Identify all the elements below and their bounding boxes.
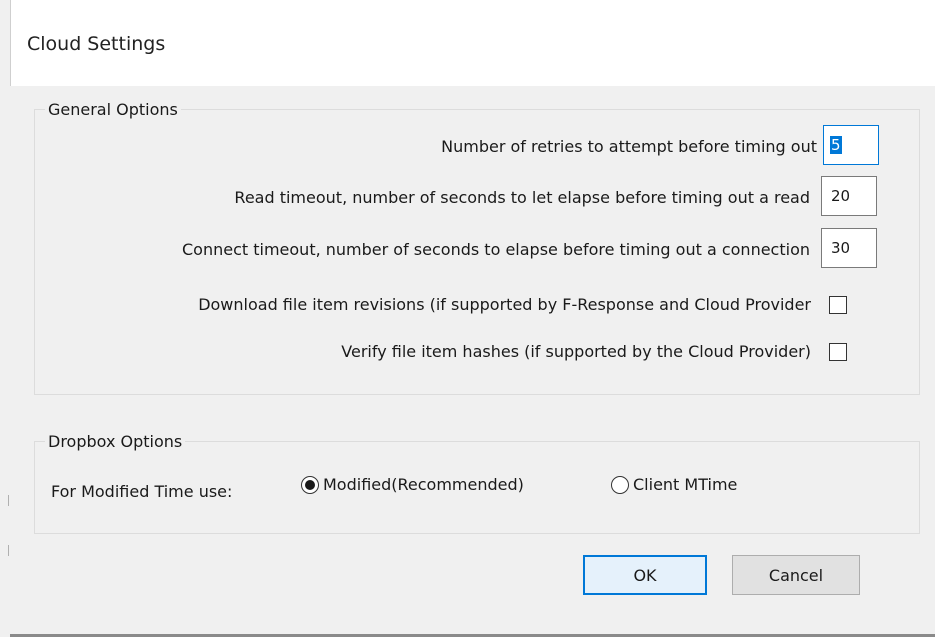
connect-timeout-label: Connect timeout, number of seconds to el… — [182, 240, 810, 259]
ok-button-label: OK — [633, 565, 657, 585]
client-mtime-label[interactable]: Client MTime — [633, 475, 737, 495]
retries-value: 5 — [830, 136, 842, 154]
connect-timeout-input[interactable] — [821, 228, 877, 268]
modified-time-label: For Modified Time use: — [51, 482, 233, 501]
modified-recommended-label[interactable]: Modified(Recommended) — [323, 475, 524, 495]
retries-label: Number of retries to attempt before timi… — [441, 137, 817, 156]
read-timeout-input[interactable] — [821, 176, 877, 216]
read-timeout-label: Read timeout, number of seconds to let e… — [234, 188, 810, 207]
retries-input[interactable]: 5 — [823, 125, 879, 165]
general-options-label: General Options — [45, 100, 181, 120]
verify-hashes-label: Verify file item hashes (if supported by… — [341, 342, 811, 361]
cancel-button-label: Cancel — [768, 565, 824, 585]
radio-selected-dot — [305, 480, 315, 490]
modified-recommended-radio[interactable] — [301, 476, 319, 494]
download-revisions-checkbox[interactable] — [829, 296, 847, 314]
dialog-titlebar[interactable]: Cloud Settings — [10, 0, 935, 86]
dialog-title: Cloud Settings — [27, 33, 166, 55]
client-mtime-radio[interactable] — [611, 476, 629, 494]
ok-button[interactable]: OK — [583, 555, 707, 595]
background-window-fragment — [8, 495, 9, 506]
cancel-button[interactable]: Cancel — [732, 555, 860, 595]
background-window-fragment — [8, 545, 9, 556]
verify-hashes-checkbox[interactable] — [829, 343, 847, 361]
download-revisions-label: Download file item revisions (if support… — [198, 295, 811, 314]
app-window: Cloud Settings General Options Number of… — [0, 0, 935, 637]
general-options-group: General Options Number of retries to att… — [34, 100, 920, 395]
dropbox-options-label: Dropbox Options — [45, 432, 186, 452]
cloud-settings-dialog: Cloud Settings General Options Number of… — [10, 0, 935, 637]
dropbox-options-group: Dropbox Options For Modified Time use: M… — [34, 432, 920, 534]
